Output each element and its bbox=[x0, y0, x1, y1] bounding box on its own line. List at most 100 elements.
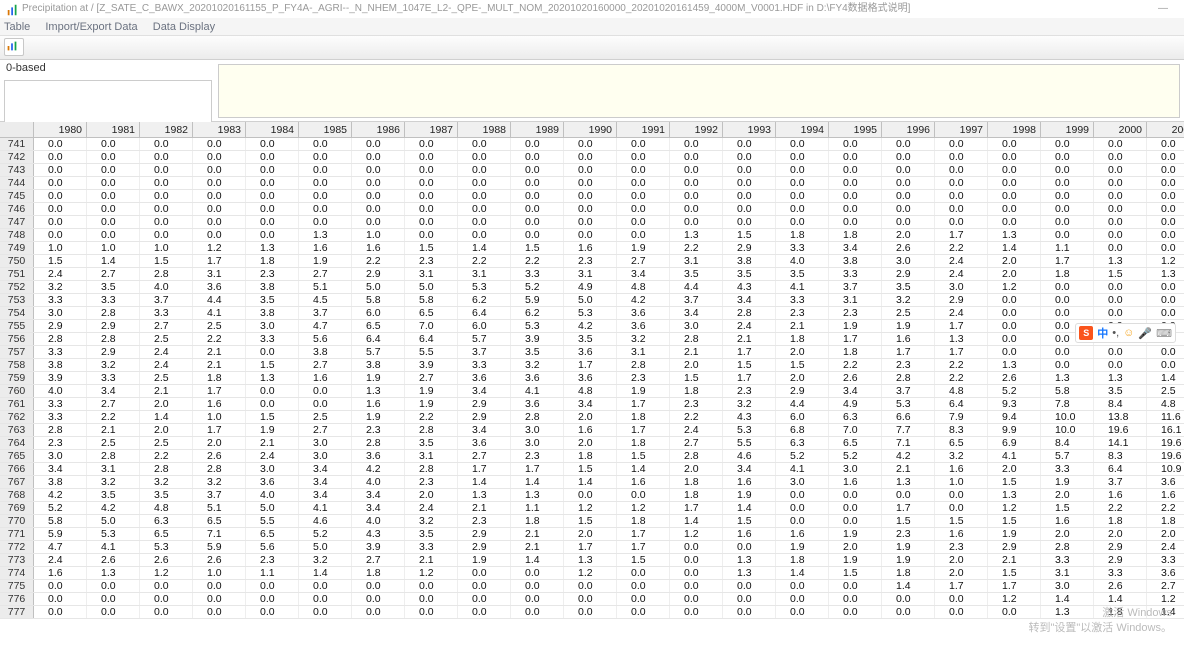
data-cell[interactable]: 5.2 bbox=[776, 450, 829, 462]
data-cell[interactable]: 6.4 bbox=[1094, 463, 1147, 475]
data-cell[interactable]: 3.0 bbox=[246, 320, 299, 332]
data-cell[interactable]: 0.0 bbox=[776, 216, 829, 228]
data-cell[interactable]: 3.0 bbox=[511, 437, 564, 449]
data-cell[interactable]: 0.0 bbox=[1147, 151, 1184, 163]
data-cell[interactable]: 3.0 bbox=[1041, 580, 1094, 592]
column-header[interactable]: 1996 bbox=[882, 122, 935, 137]
data-cell[interactable]: 0.0 bbox=[776, 489, 829, 501]
row-header[interactable]: 771 bbox=[0, 528, 34, 540]
data-cell[interactable]: 0.0 bbox=[617, 489, 670, 501]
data-cell[interactable]: 0.0 bbox=[776, 593, 829, 605]
data-cell[interactable]: 5.0 bbox=[246, 502, 299, 514]
column-header[interactable]: 1985 bbox=[299, 122, 352, 137]
data-cell[interactable]: 0.0 bbox=[1094, 229, 1147, 241]
data-cell[interactable]: 2.0 bbox=[1094, 528, 1147, 540]
data-cell[interactable]: 3.4 bbox=[458, 385, 511, 397]
data-cell[interactable]: 3.0 bbox=[776, 476, 829, 488]
data-cell[interactable]: 2.0 bbox=[988, 268, 1041, 280]
data-cell[interactable]: 0.0 bbox=[1041, 229, 1094, 241]
data-cell[interactable]: 3.6 bbox=[511, 372, 564, 384]
data-cell[interactable]: 0.0 bbox=[723, 164, 776, 176]
data-cell[interactable]: 2.8 bbox=[140, 268, 193, 280]
data-cell[interactable]: 2.8 bbox=[87, 307, 140, 319]
data-cell[interactable]: 5.8 bbox=[34, 515, 87, 527]
data-cell[interactable]: 1.8 bbox=[246, 255, 299, 267]
data-cell[interactable]: 0.0 bbox=[935, 489, 988, 501]
data-cell[interactable]: 0.0 bbox=[34, 229, 87, 241]
data-cell[interactable]: 0.0 bbox=[617, 593, 670, 605]
data-cell[interactable]: 2.9 bbox=[352, 268, 405, 280]
minimize-button[interactable]: — bbox=[1148, 0, 1178, 18]
data-cell[interactable]: 1.4 bbox=[511, 554, 564, 566]
data-cell[interactable]: 1.8 bbox=[617, 437, 670, 449]
data-cell[interactable]: 2.5 bbox=[1147, 385, 1184, 397]
data-cell[interactable]: 1.6 bbox=[299, 372, 352, 384]
data-cell[interactable]: 2.0 bbox=[670, 359, 723, 371]
data-cell[interactable]: 7.1 bbox=[882, 437, 935, 449]
data-cell[interactable]: 0.0 bbox=[882, 606, 935, 618]
data-cell[interactable]: 5.3 bbox=[458, 281, 511, 293]
data-cell[interactable]: 3.0 bbox=[299, 450, 352, 462]
data-cell[interactable]: 2.1 bbox=[458, 502, 511, 514]
data-cell[interactable]: 6.5 bbox=[352, 320, 405, 332]
data-cell[interactable]: 0.0 bbox=[988, 320, 1041, 332]
data-cell[interactable]: 0.0 bbox=[299, 385, 352, 397]
data-cell[interactable]: 1.9 bbox=[299, 255, 352, 267]
data-cell[interactable]: 0.0 bbox=[564, 580, 617, 592]
data-cell[interactable]: 0.0 bbox=[405, 606, 458, 618]
data-cell[interactable]: 3.7 bbox=[458, 346, 511, 358]
data-cell[interactable]: 2.3 bbox=[246, 554, 299, 566]
data-cell[interactable]: 0.0 bbox=[776, 606, 829, 618]
data-cell[interactable]: 0.0 bbox=[829, 190, 882, 202]
data-cell[interactable]: 0.0 bbox=[1094, 242, 1147, 254]
column-header[interactable]: 1980 bbox=[34, 122, 87, 137]
data-cell[interactable]: 0.0 bbox=[617, 567, 670, 579]
data-cell[interactable]: 1.3 bbox=[1094, 255, 1147, 267]
data-cell[interactable]: 1.8 bbox=[1147, 515, 1184, 527]
data-cell[interactable]: 1.7 bbox=[670, 502, 723, 514]
data-cell[interactable]: 4.1 bbox=[87, 541, 140, 553]
data-cell[interactable]: 3.5 bbox=[405, 437, 458, 449]
data-cell[interactable]: 2.0 bbox=[988, 255, 1041, 267]
data-cell[interactable]: 6.9 bbox=[988, 437, 1041, 449]
data-cell[interactable]: 2.8 bbox=[87, 333, 140, 345]
data-cell[interactable]: 2.5 bbox=[299, 411, 352, 423]
data-cell[interactable]: 1.3 bbox=[87, 567, 140, 579]
data-cell[interactable]: 0.0 bbox=[564, 593, 617, 605]
data-cell[interactable]: 5.8 bbox=[405, 294, 458, 306]
data-cell[interactable]: 2.2 bbox=[87, 411, 140, 423]
data-cell[interactable]: 0.0 bbox=[670, 216, 723, 228]
data-cell[interactable]: 0.0 bbox=[511, 203, 564, 215]
data-cell[interactable]: 3.8 bbox=[352, 359, 405, 371]
data-cell[interactable]: 0.0 bbox=[299, 580, 352, 592]
data-cell[interactable]: 0.0 bbox=[1147, 281, 1184, 293]
data-cell[interactable]: 3.6 bbox=[1147, 567, 1184, 579]
data-cell[interactable]: 0.0 bbox=[458, 190, 511, 202]
data-cell[interactable]: 2.1 bbox=[193, 359, 246, 371]
data-cell[interactable]: 2.9 bbox=[458, 411, 511, 423]
data-cell[interactable]: 1.8 bbox=[193, 372, 246, 384]
data-cell[interactable]: 3.4 bbox=[34, 463, 87, 475]
data-cell[interactable]: 0.0 bbox=[140, 177, 193, 189]
data-cell[interactable]: 0.0 bbox=[511, 164, 564, 176]
data-cell[interactable]: 1.5 bbox=[246, 411, 299, 423]
data-cell[interactable]: 0.0 bbox=[458, 580, 511, 592]
data-cell[interactable]: 6.0 bbox=[776, 411, 829, 423]
data-cell[interactable]: 3.3 bbox=[511, 268, 564, 280]
data-cell[interactable]: 1.3 bbox=[246, 372, 299, 384]
row-header[interactable]: 761 bbox=[0, 398, 34, 410]
data-cell[interactable]: 1.8 bbox=[617, 411, 670, 423]
data-cell[interactable]: 0.0 bbox=[34, 606, 87, 618]
data-cell[interactable]: 1.9 bbox=[882, 554, 935, 566]
data-cell[interactable]: 6.4 bbox=[352, 333, 405, 345]
data-cell[interactable]: 1.3 bbox=[988, 359, 1041, 371]
row-header[interactable]: 754 bbox=[0, 307, 34, 319]
data-cell[interactable]: 0.0 bbox=[1147, 177, 1184, 189]
menu-import-export[interactable]: Import/Export Data bbox=[45, 21, 137, 33]
data-cell[interactable]: 2.7 bbox=[405, 372, 458, 384]
data-cell[interactable]: 3.3 bbox=[405, 541, 458, 553]
data-cell[interactable]: 0.0 bbox=[246, 593, 299, 605]
data-cell[interactable]: 0.0 bbox=[670, 138, 723, 150]
data-cell[interactable]: 0.0 bbox=[246, 190, 299, 202]
data-cell[interactable]: 0.0 bbox=[1094, 307, 1147, 319]
